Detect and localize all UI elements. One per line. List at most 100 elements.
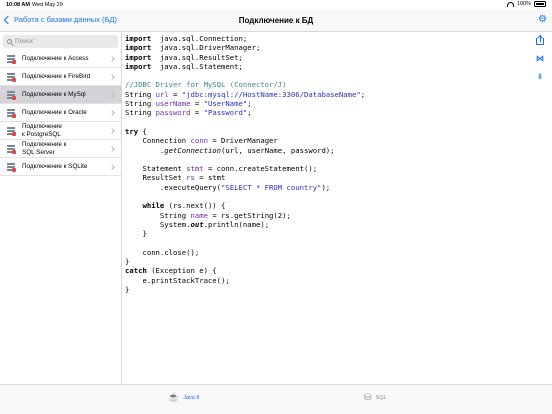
code-token: name xyxy=(190,210,208,220)
code-line: Connection conn = DriverManager xyxy=(125,136,528,145)
sort-icon[interactable]: ⇟ xyxy=(535,72,545,82)
code-token: ; xyxy=(360,89,366,99)
code-line: import java.sql.DriverManager; xyxy=(125,43,528,52)
list-item-label: Подключение к Oracle xyxy=(22,108,87,116)
code-token: = stmt xyxy=(194,173,226,183)
search-bar[interactable] xyxy=(3,35,118,48)
list-item-label: Подключение к PostgreSQL xyxy=(22,123,62,138)
code-line: ResultSet rs = stmt xyxy=(125,173,528,182)
code-token: { xyxy=(138,126,147,136)
list-item[interactable]: Подключение к FireBird xyxy=(0,68,121,86)
code-token: .println(name); xyxy=(203,219,270,229)
code-token: conn xyxy=(190,136,208,146)
code-line: String password = "Password"; xyxy=(125,108,528,117)
code-line: e.printStackTrace(); xyxy=(125,276,528,285)
code-token: System. xyxy=(125,219,191,229)
code-token: catch xyxy=(125,266,147,276)
code-token: String xyxy=(125,210,191,220)
tab-sql[interactable]: ⛁ SQL xyxy=(364,393,387,402)
code-line: import java.sql.Statement; xyxy=(125,62,528,71)
code-token: ; xyxy=(247,99,252,109)
code-token: java.sql.ResultSet; xyxy=(151,52,243,62)
chevron-right-icon xyxy=(109,164,115,170)
search-input[interactable] xyxy=(15,38,105,45)
list-item-label: Подключение к FireBird xyxy=(22,72,91,80)
code-token: while xyxy=(142,201,165,211)
code-line: while (rs.next()) { xyxy=(125,201,528,210)
code-token: //JDBC Driver for MySQL (Connector/J) xyxy=(125,80,287,90)
code-token: = xyxy=(190,99,204,109)
code-token: ; xyxy=(247,108,252,118)
code-line: //JDBC Driver for MySQL (Connector/J) xyxy=(125,80,528,89)
database-icon: ⛁ xyxy=(364,392,372,402)
list-item[interactable]: Подключение к SQL Server xyxy=(0,140,121,158)
code-token: String xyxy=(125,99,156,109)
code-token: "jdbc:mysql://HostName:3306/DatabaseName… xyxy=(181,89,361,99)
chevron-right-icon xyxy=(109,128,115,134)
code-token: } xyxy=(125,285,130,295)
code-token: (rs.next()) { xyxy=(164,201,226,211)
tab-bar: ☕ Java 8 ⛁ SQL xyxy=(0,384,552,414)
database-icon xyxy=(7,126,16,136)
java-cup-icon: ☕ xyxy=(168,392,180,402)
battery-icon xyxy=(534,1,546,7)
code-line: } xyxy=(125,285,528,294)
list-item-label: Подключение к MySql xyxy=(22,90,86,98)
code-token: password xyxy=(155,108,191,118)
code-block: import java.sql.Connection; import java.s… xyxy=(123,32,528,294)
code-token: = rs.getString(2); xyxy=(207,210,291,220)
list-item[interactable]: Подключение к PostgreSQL xyxy=(0,122,121,140)
code-token: out xyxy=(190,219,204,229)
code-token: (url, userName, password); xyxy=(221,145,335,155)
list-item[interactable]: Подключение к Oracle xyxy=(0,104,121,122)
list-item[interactable]: Подключение к SQLite xyxy=(0,158,121,176)
right-toolbar: ⋈ ⇟ xyxy=(528,32,552,92)
code-token: = conn.createStatement(); xyxy=(203,164,318,174)
database-icon xyxy=(7,54,16,64)
code-token: "UserName" xyxy=(203,99,248,109)
status-bar: 10:08 AM Wed May 29 100% xyxy=(0,0,552,10)
code-token: .executeQuery( xyxy=(125,182,222,192)
connection-list: Подключение к Access Подключение к FireBi… xyxy=(0,50,121,176)
code-token: = DriverManager xyxy=(207,136,278,146)
code-token: "Password" xyxy=(203,108,248,118)
tab-java-label: Java 8 xyxy=(183,394,200,401)
code-line: String userName = "UserName"; xyxy=(125,99,528,108)
tab-java[interactable]: ☕ Java 8 xyxy=(168,393,199,402)
collapse-icon[interactable]: ⋈ xyxy=(535,54,545,64)
list-item-label: Подключение к SQL Server xyxy=(22,141,67,156)
code-token: . xyxy=(125,145,165,155)
code-line: .getConnection(url, userName, password); xyxy=(125,146,528,155)
battery-percent: 100% xyxy=(516,1,531,7)
list-item[interactable]: Подключение к Access xyxy=(0,50,121,68)
code-line: Statement stmt = conn.createStatement(); xyxy=(125,164,528,173)
database-icon xyxy=(7,90,16,100)
code-line: catch (Exception e) { xyxy=(125,266,528,275)
code-token: import xyxy=(125,61,152,71)
gear-icon[interactable]: ⚙ xyxy=(538,14,547,25)
code-line: import java.sql.ResultSet; xyxy=(125,53,528,62)
list-item-label: Подключение к SQLite xyxy=(22,162,88,170)
status-right: 100% xyxy=(506,1,546,7)
code-view[interactable]: import java.sql.Connection; import java.s… xyxy=(123,32,528,384)
code-token: (Exception e) { xyxy=(146,266,217,276)
code-line: String url = "jdbc:mysql://HostName:3306… xyxy=(125,90,528,99)
code-line: } xyxy=(125,229,528,238)
code-token: } xyxy=(125,257,130,267)
code-token: = xyxy=(168,89,182,99)
code-token: java.sql.DriverManager; xyxy=(151,43,261,53)
code-token: } xyxy=(125,229,147,239)
database-icon xyxy=(7,144,16,154)
code-token: "SELECT * FROM country" xyxy=(221,182,322,192)
navigation-bar: Работа с базами данных (БД) Подключение … xyxy=(0,10,552,32)
chevron-right-icon xyxy=(109,56,115,62)
database-icon xyxy=(7,72,16,82)
code-line: .executeQuery("SELECT * FROM country"); xyxy=(125,183,528,192)
list-item[interactable]: Подключение к MySql xyxy=(0,86,121,104)
share-icon[interactable] xyxy=(535,34,545,45)
